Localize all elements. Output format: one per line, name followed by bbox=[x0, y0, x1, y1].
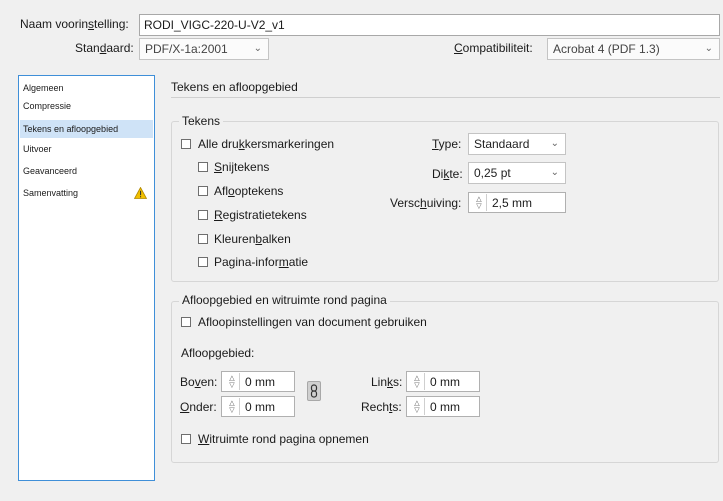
preset-name-input[interactable]: RODI_VIGC-220-U-V2_v1 bbox=[139, 14, 720, 36]
include-slug-label: Witruimte rond pagina opnemen bbox=[198, 432, 369, 446]
bleed-bottom-stepper[interactable]: △ ▽ 0 mm bbox=[221, 396, 295, 417]
all-printer-marks-checkbox[interactable] bbox=[181, 139, 191, 149]
section-divider bbox=[171, 97, 720, 98]
registration-marks-checkbox[interactable] bbox=[198, 210, 208, 220]
bleed-top-stepper[interactable]: △ ▽ 0 mm bbox=[221, 371, 295, 392]
link-chain-button[interactable] bbox=[307, 381, 321, 401]
type-select[interactable]: Standaard ⌄ bbox=[468, 133, 566, 155]
bleed-marks-checkbox[interactable] bbox=[198, 186, 208, 196]
bleed-marks-label: Aflooptekens bbox=[214, 184, 284, 198]
offset-label: Verschuiving: bbox=[390, 196, 462, 210]
bleed-bottom-label: Onder: bbox=[180, 400, 217, 414]
type-label: Type: bbox=[432, 137, 462, 151]
use-document-bleed-checkbox[interactable] bbox=[181, 317, 191, 327]
sidebar-item-compressie[interactable]: Compressie bbox=[20, 97, 153, 115]
warning-icon bbox=[134, 187, 147, 199]
weight-label: Dikte: bbox=[432, 167, 463, 181]
sidebar-item-geavanceerd[interactable]: Geavanceerd bbox=[20, 162, 153, 180]
standard-select[interactable]: PDF/X-1a:2001 ⌄ bbox=[139, 38, 269, 60]
chevron-down-icon: ⌄ bbox=[550, 167, 559, 178]
stepper-arrows-icon[interactable]: △ ▽ bbox=[225, 373, 240, 390]
stepper-arrows-icon[interactable]: △ ▽ bbox=[472, 194, 487, 211]
compatibility-select[interactable]: Acrobat 4 (PDF 1.3) ⌄ bbox=[547, 38, 720, 60]
section-title: Tekens en afloopgebied bbox=[171, 80, 298, 94]
compatibility-label: Compatibiliteit: bbox=[454, 41, 533, 55]
standard-label: Standaard: bbox=[75, 41, 134, 55]
bleed-right-stepper[interactable]: △ ▽ 0 mm bbox=[406, 396, 480, 417]
sidebar-item-samenvatting[interactable]: Samenvatting bbox=[20, 184, 153, 202]
bleed-heading: Afloopgebied: bbox=[181, 346, 255, 360]
marks-legend: Tekens bbox=[179, 113, 224, 129]
bleed-left-stepper[interactable]: △ ▽ 0 mm bbox=[406, 371, 480, 392]
sidebar-item-tekens-en-afloopgebied[interactable]: Tekens en afloopgebied bbox=[20, 120, 153, 138]
color-bars-label: Kleurenbalken bbox=[214, 232, 291, 246]
all-printer-marks-label: Alle drukkersmarkeringen bbox=[198, 137, 335, 151]
stepper-arrows-icon[interactable]: △ ▽ bbox=[410, 373, 425, 390]
link-chain-icon bbox=[310, 384, 318, 398]
bleed-legend: Afloopgebied en witruimte rond pagina bbox=[179, 292, 390, 308]
registration-marks-label: Registratietekens bbox=[214, 208, 307, 222]
crop-marks-label: Snijtekens bbox=[214, 160, 270, 174]
page-info-label: Pagina-informatie bbox=[214, 255, 309, 269]
crop-marks-checkbox[interactable] bbox=[198, 162, 208, 172]
use-document-bleed-label: Afloopinstellingen van document gebruike… bbox=[198, 315, 427, 329]
bleed-right-label: Rechts: bbox=[361, 400, 402, 414]
chevron-down-icon: ⌄ bbox=[550, 138, 559, 149]
include-slug-checkbox[interactable] bbox=[181, 434, 191, 444]
bleed-left-label: Links: bbox=[371, 375, 403, 389]
page-info-checkbox[interactable] bbox=[198, 257, 208, 267]
sidebar-item-uitvoer[interactable]: Uitvoer bbox=[20, 140, 153, 158]
bleed-top-label: Boven: bbox=[180, 375, 218, 389]
chevron-down-icon: ⌄ bbox=[704, 43, 713, 54]
color-bars-checkbox[interactable] bbox=[198, 234, 208, 244]
offset-stepper[interactable]: △ ▽ 2,5 mm bbox=[468, 192, 566, 213]
sidebar-item-algemeen[interactable]: Algemeen bbox=[20, 79, 153, 97]
category-sidebar: Algemeen Compressie Tekens en afloopgebi… bbox=[18, 75, 155, 481]
chevron-down-icon: ⌄ bbox=[253, 43, 262, 54]
weight-select[interactable]: 0,25 pt ⌄ bbox=[468, 162, 566, 184]
stepper-arrows-icon[interactable]: △ ▽ bbox=[225, 398, 240, 415]
preset-label: Naam voorinstelling: bbox=[20, 17, 129, 31]
stepper-arrows-icon[interactable]: △ ▽ bbox=[410, 398, 425, 415]
